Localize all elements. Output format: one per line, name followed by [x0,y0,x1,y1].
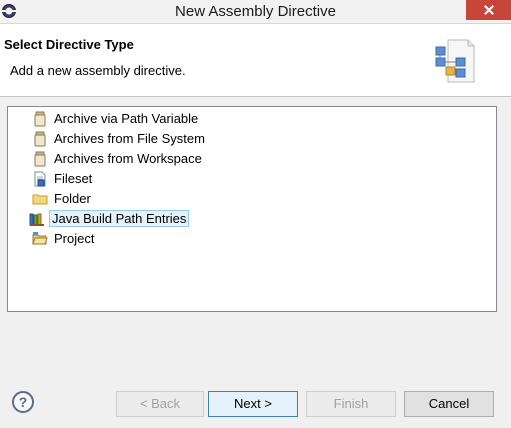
folder-icon [32,194,48,204]
jar-icon [34,151,46,166]
tree-item-fileset[interactable]: Fileset [32,169,94,188]
tree-item-project[interactable]: Project [32,229,96,248]
tree-item-label: Java Build Path Entries [49,210,190,227]
window-title: New Assembly Directive [175,3,336,20]
wizard-banner-icon [435,39,475,83]
fileset-icon [34,171,46,186]
tree-item-archives-from-workspace[interactable]: Archives from Workspace [32,149,204,168]
directive-type-tree[interactable]: Archive via Path Variable Archives from … [7,106,497,312]
tree-item-label: Archives from File System [54,131,205,146]
tree-item-label: Fileset [54,171,93,186]
library-icon [29,213,44,226]
title-bar: New Assembly Directive [0,0,511,24]
page-title: Select Directive Type [4,37,134,52]
wizard-header: Select Directive Type Add a new assembly… [0,24,511,97]
next-button[interactable]: Next > [208,391,298,417]
help-button[interactable]: ? [12,391,34,413]
finish-button[interactable]: Finish [306,391,396,417]
tree-item-folder[interactable]: Folder [32,189,93,208]
tree-item-label: Archive via Path Variable [54,111,199,126]
cancel-button[interactable]: Cancel [404,391,494,417]
back-button[interactable]: < Back [116,391,204,417]
tree-item-label: Project [54,231,95,246]
jar-icon [34,111,46,126]
jar-icon [34,131,46,146]
tree-item-archive-via-path-variable[interactable]: Archive via Path Variable [32,109,200,128]
tree-item-label: Folder [54,191,91,206]
tree-item-archives-from-file-system[interactable]: Archives from File System [32,129,207,148]
close-button[interactable] [466,0,511,20]
tree-item-java-build-path-entries[interactable]: Java Build Path Entries [29,209,190,228]
page-description: Add a new assembly directive. [10,63,186,78]
project-folder-icon [32,231,48,244]
tree-item-label: Archives from Workspace [54,151,202,166]
